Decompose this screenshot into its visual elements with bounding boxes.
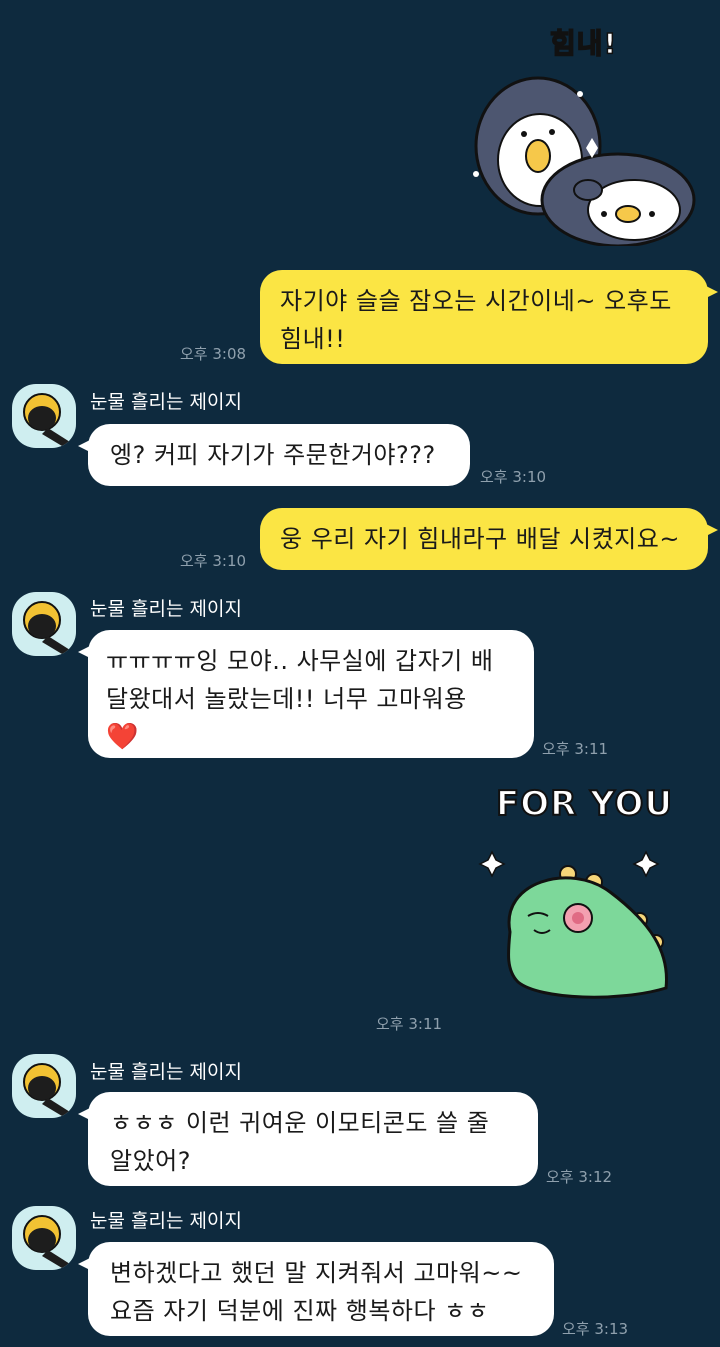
contact-name: 눈물 흘리는 제이지 bbox=[90, 391, 242, 413]
sticker-caption: 힘내! bbox=[549, 26, 618, 61]
their-message-bubble[interactable]: ㅎㅎㅎ 이런 귀여운 이모티콘도 쓸 줄 알았어? bbox=[78, 1092, 538, 1186]
message-text: 자기야 슬슬 잠오는 시간이네~ 오후도 힘내!! bbox=[280, 287, 672, 353]
their-message-bubble[interactable]: 변하겠다고 했던 말 지켜줘서 고마워~~ 요즘 자기 덕분에 진짜 행복하다 … bbox=[78, 1242, 554, 1336]
heart-emoji: ❤️ bbox=[106, 722, 139, 752]
message-text: 엥? 커피 자기가 주문한거야??? bbox=[110, 441, 436, 469]
message-time: 오후 3:12 bbox=[546, 1168, 613, 1186]
message-time: 오후 3:13 bbox=[562, 1320, 629, 1338]
contact-avatar-image bbox=[23, 601, 70, 654]
contact-name: 눈물 흘리는 제이지 bbox=[90, 1210, 242, 1232]
my-message-bubble[interactable]: 자기야 슬슬 잠오는 시간이네~ 오후도 힘내!! bbox=[260, 270, 718, 364]
dinosaur-flower-sticker bbox=[478, 850, 668, 999]
contact-name: 눈물 흘리는 제이지 bbox=[90, 1061, 242, 1083]
message-text: 변하겠다고 했던 말 지켜줘서 고마워~~ 요즘 자기 덕분에 진짜 행복하다 … bbox=[110, 1259, 523, 1325]
sticker-message-for-you[interactable]: FOR YOU bbox=[470, 782, 706, 1006]
contact-avatar-image bbox=[23, 393, 70, 446]
penguin-hug-sticker bbox=[473, 76, 696, 246]
sticker-caption: FOR YOU bbox=[495, 783, 674, 825]
their-message-bubble[interactable]: ㅠㅠㅠㅠ잉 모야.. 사무실에 갑자기 배달왔대서 놀랐는데!! 너무 고마워용… bbox=[78, 630, 534, 758]
message-time: 오후 3:11 bbox=[376, 1015, 443, 1033]
message-time: 오후 3:10 bbox=[480, 468, 547, 486]
message-text: 웅 우리 자기 힘내라구 배달 시켰지요~ bbox=[280, 525, 680, 553]
contact-avatar[interactable] bbox=[12, 592, 76, 656]
message-text: ㅠㅠㅠㅠ잉 모야.. 사무실에 갑자기 배달왔대서 놀랐는데!! 너무 고마워용 bbox=[106, 647, 494, 713]
contact-name: 눈물 흘리는 제이지 bbox=[90, 598, 242, 620]
my-message-bubble[interactable]: 웅 우리 자기 힘내라구 배달 시켰지요~ bbox=[260, 508, 718, 570]
message-time: 오후 3:10 bbox=[180, 552, 247, 570]
sticker-message-hwaiting[interactable]: 힘내! bbox=[468, 14, 700, 246]
message-text: ㅎㅎㅎ 이런 귀여운 이모티콘도 쓸 줄 알았어? bbox=[110, 1109, 490, 1175]
message-time: 오후 3:08 bbox=[180, 345, 247, 363]
message-time: 오후 3:11 bbox=[542, 740, 609, 758]
contact-avatar-image bbox=[23, 1215, 70, 1268]
their-message-bubble[interactable]: 엥? 커피 자기가 주문한거야??? bbox=[78, 424, 470, 486]
contact-avatar[interactable] bbox=[12, 384, 76, 448]
contact-avatar[interactable] bbox=[12, 1054, 76, 1118]
contact-avatar-image bbox=[23, 1063, 70, 1116]
contact-avatar[interactable] bbox=[12, 1206, 76, 1270]
